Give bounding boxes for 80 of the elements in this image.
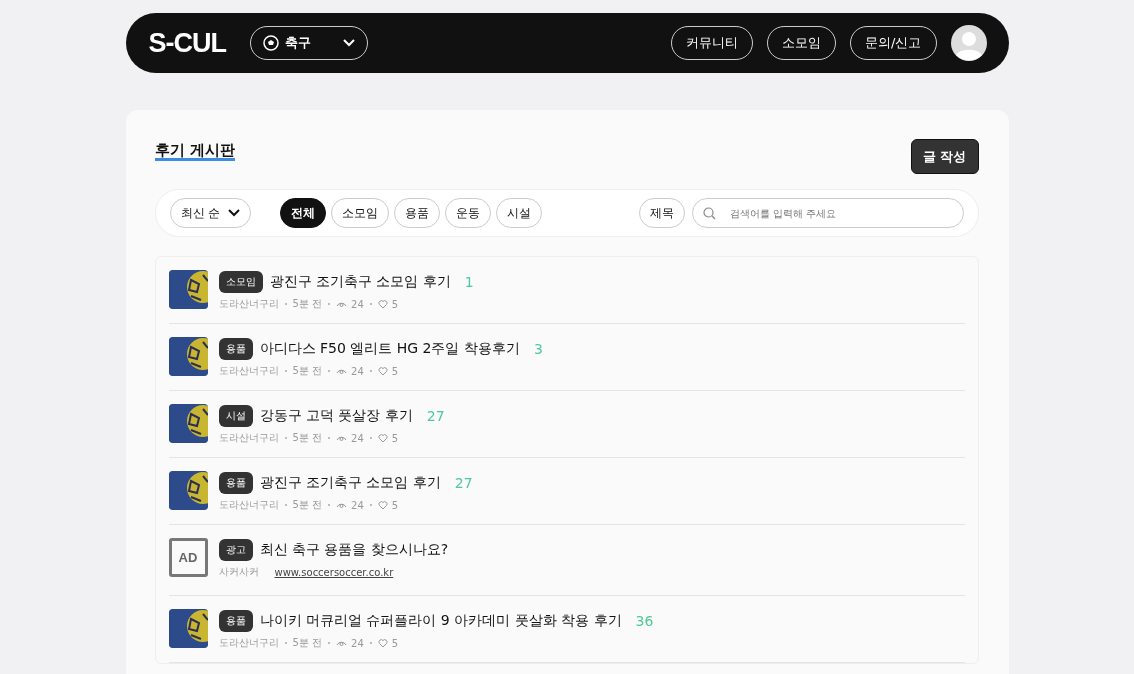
heart-icon [377, 366, 388, 376]
like-count: 5 [391, 298, 399, 310]
like-count: 5 [391, 432, 399, 444]
ad-badge: AD [168, 538, 208, 577]
post-row[interactable]: 용품 아디다스 F50 엘리트 HG 2주일 착용후기 3 도라산너구리 5분 전 24 5 [168, 324, 965, 391]
heart-icon [377, 500, 388, 510]
post-time: 5분 전 [292, 636, 323, 650]
comment-count: 36 [635, 612, 654, 629]
post-title: 강동구 고덕 풋살장 후기 [259, 406, 413, 425]
category-tab[interactable]: 전체 [280, 198, 327, 228]
heart-icon [377, 299, 388, 309]
comment-count: 27 [426, 407, 445, 424]
category-tab[interactable]: 소모임 [331, 198, 390, 228]
category-tag: 광고 [218, 538, 253, 561]
chevron-down-icon [228, 209, 241, 217]
post-time: 5분 전 [292, 498, 323, 512]
author-name: 도라산너구리 [218, 297, 279, 311]
ad-link[interactable]: www.soccersoccer.co.kr [274, 566, 394, 578]
post-title: 나이키 머큐리얼 슈퍼플라이 9 아카데미 풋살화 착용 후기 [259, 611, 622, 630]
photo-placeholder [168, 337, 208, 376]
board-title: 후기 게시판 [154, 142, 235, 161]
author-name: 도라산너구리 [218, 636, 279, 650]
soccer-ball-icon [263, 35, 279, 51]
eye-icon [336, 434, 348, 442]
view-count: 24 [351, 499, 364, 511]
post-title: 아디다스 F50 엘리트 HG 2주일 착용후기 [259, 339, 520, 358]
ad-title: 최신 축구 용품을 찾으시나요? [259, 540, 449, 559]
post-row[interactable]: 시설 강동구 고덕 풋살장 후기 27 도라산너구리 5분 전 24 5 [168, 391, 965, 458]
post-row[interactable]: 용품 나이키 머큐리얼 슈퍼플라이 9 아카데미 풋살화 착용 후기 36 도라산너구리 5분 전 24 5 [168, 596, 965, 663]
nav-link[interactable]: 문의/신고 [850, 26, 937, 60]
like-count: 5 [391, 499, 399, 511]
chevron-down-icon [343, 39, 355, 47]
author-name: 도라산너구리 [218, 431, 279, 445]
eye-icon [336, 300, 348, 308]
heart-icon [377, 433, 388, 443]
write-post-button[interactable]: 글 작성 [910, 139, 979, 174]
post-row[interactable]: 소모임 광진구 조기축구 소모임 후기 1 도라산너구리 5분 전 24 5 [168, 257, 965, 324]
view-count: 24 [351, 365, 364, 377]
comment-count: 1 [464, 273, 474, 290]
like-count: 5 [391, 365, 399, 377]
category-tab[interactable]: 용품 [394, 198, 441, 228]
logo[interactable]: S-CUL [148, 27, 226, 59]
view-count: 24 [351, 432, 364, 444]
category-tag: 용품 [218, 609, 253, 632]
view-count: 24 [351, 637, 364, 649]
search-field[interactable]: 검색어를 입력해 주세요 [691, 198, 964, 228]
photo-placeholder [168, 609, 208, 648]
ad-row[interactable]: AD 광고 최신 축구 용품을 찾으시나요? 사커사커 www.soccersoccer.co.kr [168, 525, 965, 596]
post-time: 5분 전 [292, 431, 323, 445]
like-count: 5 [391, 637, 399, 649]
comment-count: 3 [533, 340, 543, 357]
nav-link[interactable]: 소모임 [767, 26, 837, 60]
search-scope-dropdown[interactable]: 제목 [638, 198, 685, 228]
category-tag: 시설 [218, 404, 253, 427]
category-tag: 용품 [218, 471, 253, 494]
author-name: 도라산너구리 [218, 498, 279, 512]
post-time: 5분 전 [292, 297, 323, 311]
nav-link[interactable]: 커뮤니티 [671, 26, 754, 60]
post-title: 광진구 조기축구 소모임 후기 [269, 272, 451, 291]
user-avatar-icon[interactable] [950, 25, 987, 61]
photo-placeholder [168, 404, 208, 443]
post-title: 광진구 조기축구 소모임 후기 [259, 473, 441, 492]
author-name: 도라산너구리 [218, 364, 279, 378]
heart-icon [377, 638, 388, 648]
advertiser-name: 사커사커 [218, 565, 259, 579]
category-tag: 용품 [218, 337, 253, 360]
photo-placeholder [168, 270, 208, 309]
sort-dropdown[interactable]: 최신 순 [169, 198, 252, 228]
comment-count: 27 [454, 474, 473, 491]
post-row[interactable]: 용품 광진구 조기축구 소모임 후기 27 도라산너구리 5분 전 24 5 [168, 458, 965, 525]
photo-placeholder [168, 471, 208, 510]
category-tab[interactable]: 시설 [496, 198, 543, 228]
category-tab[interactable]: 운동 [445, 198, 492, 228]
view-count: 24 [351, 298, 364, 310]
eye-icon [336, 639, 348, 647]
sport-dropdown[interactable]: 축구 [250, 26, 368, 60]
eye-icon [336, 367, 348, 375]
category-tag: 소모임 [218, 270, 263, 293]
eye-icon [336, 501, 348, 509]
post-time: 5분 전 [292, 364, 323, 378]
